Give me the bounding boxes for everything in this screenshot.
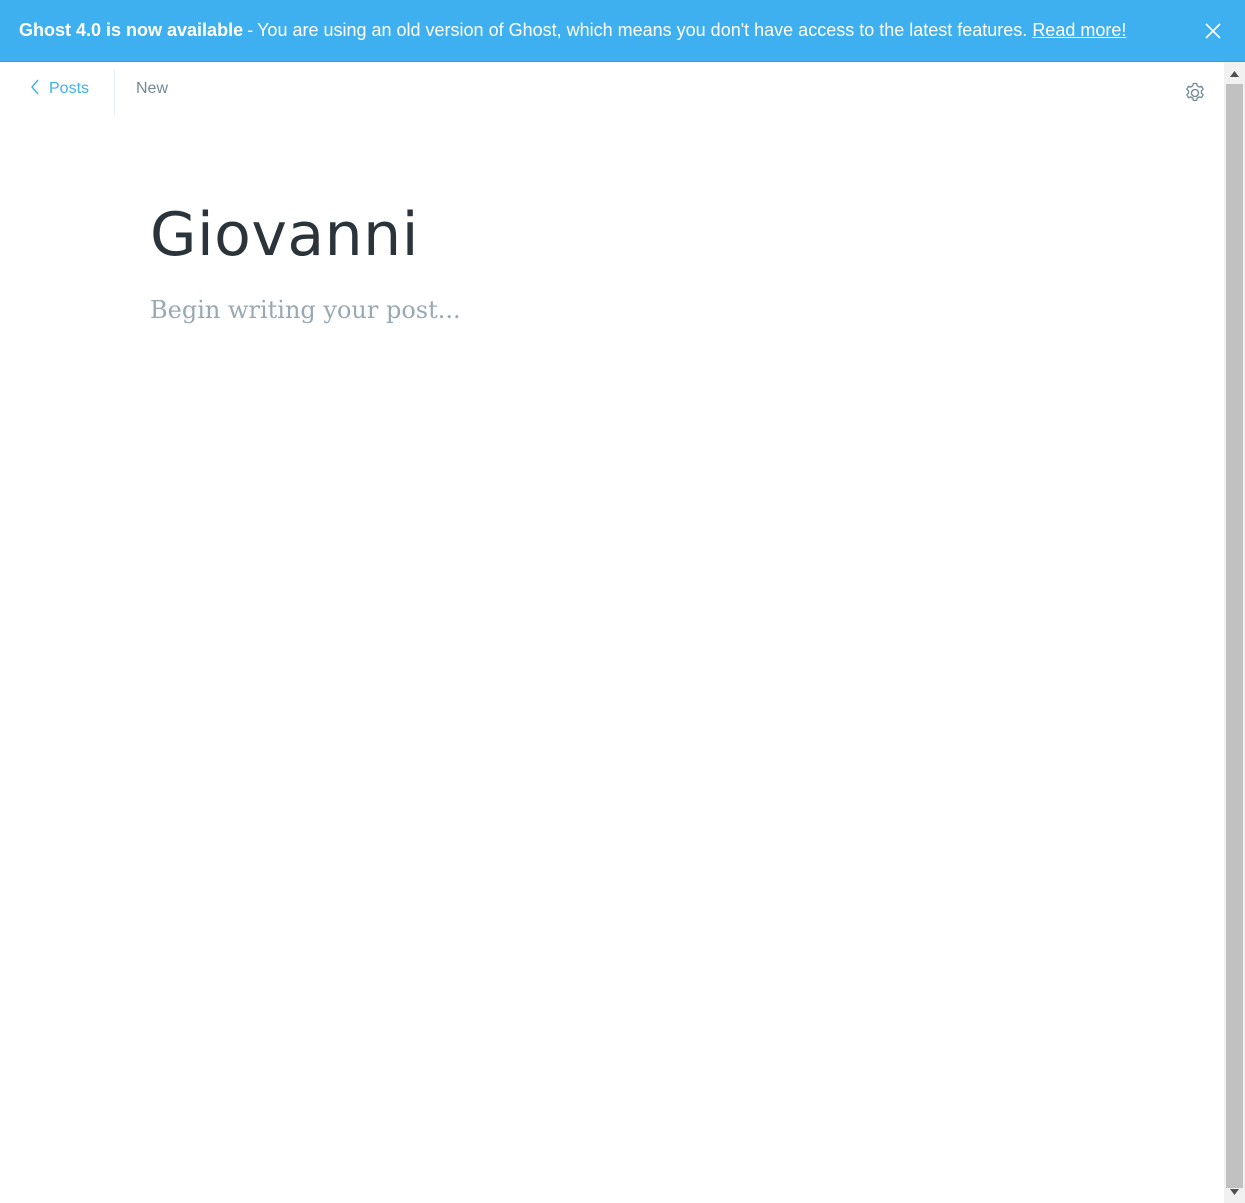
- editor-header: Posts New: [0, 62, 1224, 116]
- chevron-left-icon: [30, 79, 49, 100]
- scroll-up-icon[interactable]: [1224, 65, 1245, 82]
- close-icon[interactable]: [1203, 21, 1223, 41]
- post-body-editor[interactable]: Begin writing your post...: [150, 296, 1050, 324]
- back-link-label: Posts: [49, 80, 90, 97]
- scrollbar-thumb[interactable]: [1226, 84, 1243, 1188]
- banner-message: You are using an old version of Ghost, w…: [257, 20, 1028, 40]
- gear-icon[interactable]: [1183, 81, 1207, 105]
- scroll-down-icon[interactable]: [1224, 1183, 1245, 1200]
- vertical-scrollbar[interactable]: [1224, 62, 1245, 1203]
- banner-title: Ghost 4.0 is now available: [19, 20, 244, 40]
- upgrade-banner: Ghost 4.0 is now available - You are usi…: [0, 0, 1245, 62]
- banner-separator: -: [247, 20, 254, 40]
- post-title-input[interactable]: Giovanni: [150, 200, 419, 270]
- post-status: New: [136, 80, 169, 97]
- back-to-posts-link[interactable]: Posts: [30, 62, 89, 116]
- banner-read-more-link[interactable]: Read more!: [1032, 20, 1126, 41]
- header-divider: [114, 70, 115, 116]
